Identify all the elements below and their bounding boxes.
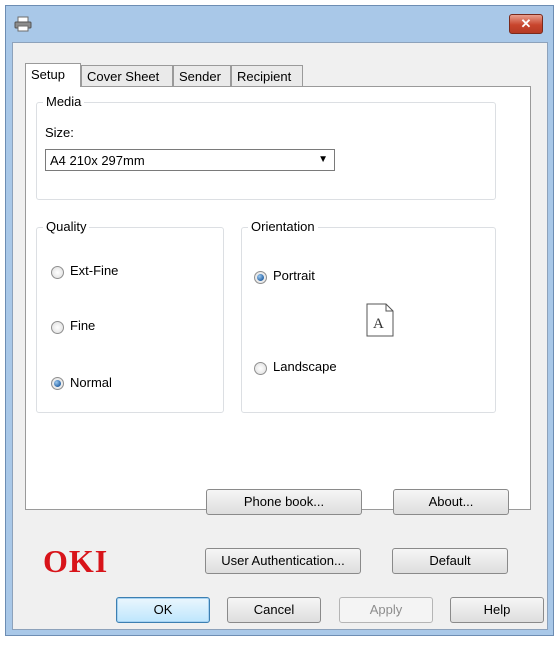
paper-size-value: A4 210x 297mm — [50, 153, 145, 168]
apply-button[interactable]: Apply — [339, 597, 433, 623]
quality-fine-label[interactable]: Fine — [70, 318, 95, 333]
dialog-client-area: Setup Cover Sheet Sender Recipient Media… — [12, 42, 548, 630]
user-authentication-button[interactable]: User Authentication... — [205, 548, 361, 574]
printer-icon — [14, 16, 32, 32]
page-preview-letter: A — [373, 316, 384, 332]
portrait-page-icon: A — [366, 303, 394, 337]
oki-logo: OKI — [43, 543, 109, 579]
tab-sender[interactable]: Sender — [173, 65, 231, 87]
cancel-button[interactable]: Cancel — [227, 597, 321, 623]
quality-ext-fine-radio[interactable] — [51, 266, 64, 279]
orientation-landscape-label[interactable]: Landscape — [273, 359, 337, 374]
orientation-landscape-radio[interactable] — [254, 362, 267, 375]
quality-ext-fine-label[interactable]: Ext-Fine — [70, 263, 118, 278]
quality-normal-radio[interactable] — [51, 377, 64, 390]
phone-book-button[interactable]: Phone book... — [206, 489, 362, 515]
tab-recipient[interactable]: Recipient — [231, 65, 303, 87]
tab-cover-sheet[interactable]: Cover Sheet — [81, 65, 173, 87]
media-group-title: Media — [43, 94, 85, 109]
quality-fine-radio[interactable] — [51, 321, 64, 334]
orientation-portrait-label[interactable]: Portrait — [273, 268, 315, 283]
close-icon: ✕ — [520, 16, 532, 31]
about-button[interactable]: About... — [393, 489, 509, 515]
help-button[interactable]: Help — [450, 597, 544, 623]
default-button[interactable]: Default — [392, 548, 508, 574]
ok-button[interactable]: OK — [116, 597, 210, 623]
close-button[interactable]: ✕ — [509, 14, 543, 34]
size-label: Size: — [45, 125, 74, 140]
quality-group-title: Quality — [43, 219, 90, 234]
tab-setup[interactable]: Setup — [25, 63, 81, 87]
title-bar[interactable]: ✕ — [6, 6, 553, 42]
orientation-group-title: Orientation — [248, 219, 318, 234]
quality-group: Quality Ext-Fine Fine Normal — [36, 219, 224, 413]
print-dialog-window: ✕ Setup Cover Sheet Sender Recipient Med… — [5, 5, 554, 636]
chevron-down-icon: ▼ — [318, 154, 328, 165]
media-group: Media Size: A4 210x 297mm ▼ — [36, 94, 496, 200]
orientation-portrait-radio[interactable] — [254, 271, 267, 284]
paper-size-select[interactable]: A4 210x 297mm ▼ — [45, 149, 335, 171]
setup-tab-page: Media Size: A4 210x 297mm ▼ Quality Ext-… — [25, 86, 531, 515]
quality-normal-label[interactable]: Normal — [70, 375, 112, 390]
